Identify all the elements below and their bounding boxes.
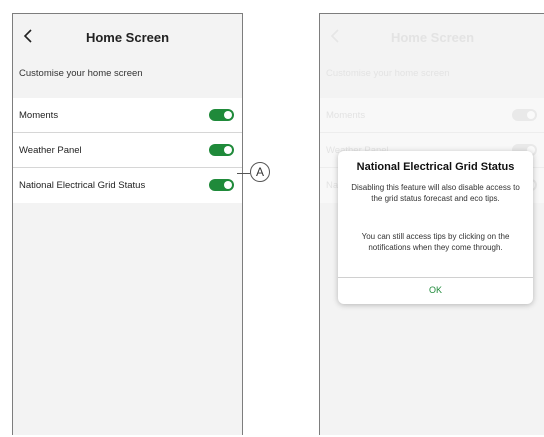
home-screen-settings-phone: Home Screen Customise your home screen M… [12, 13, 243, 435]
moments-toggle [512, 109, 537, 121]
grid-status-toggle[interactable] [209, 179, 234, 191]
header: Home Screen [320, 14, 544, 60]
list-item-moments: Moments [13, 98, 242, 133]
list-item-label: Moments [326, 110, 366, 121]
list-item-moments: Moments [320, 98, 544, 133]
page-title: Home Screen [390, 30, 475, 45]
header: Home Screen [13, 14, 242, 60]
section-subtitle: Customise your home screen [19, 68, 143, 79]
ok-button[interactable]: OK [338, 277, 533, 304]
toggle-knob [224, 146, 232, 154]
callout-badge: A [250, 162, 270, 182]
list-item-label: Moments [19, 110, 59, 121]
list-item-label: Weather Panel [19, 145, 82, 156]
toggle-knob [224, 111, 232, 119]
dialog-title: National Electrical Grid Status [356, 161, 515, 173]
toggle-knob [224, 181, 232, 189]
callout-line [237, 173, 250, 174]
dialog-note: You can still access tips by clicking on… [361, 232, 510, 252]
weather-panel-toggle[interactable] [209, 144, 234, 156]
list-item-weather-panel: Weather Panel [13, 133, 242, 168]
list-item-label: National Electrical Grid Status [19, 180, 146, 191]
dialog-message: Disabling this feature will also disable… [351, 183, 520, 203]
list-item-grid-status: National Electrical Grid Status [13, 168, 242, 203]
section-subtitle: Customise your home screen [326, 68, 450, 79]
page-title: Home Screen [85, 30, 170, 45]
moments-toggle[interactable] [209, 109, 234, 121]
settings-list: Moments Weather Panel National Electrica… [13, 98, 242, 203]
toggle-knob [527, 111, 535, 119]
confirmation-dialog: National Electrical Grid Status Disablin… [338, 151, 533, 304]
